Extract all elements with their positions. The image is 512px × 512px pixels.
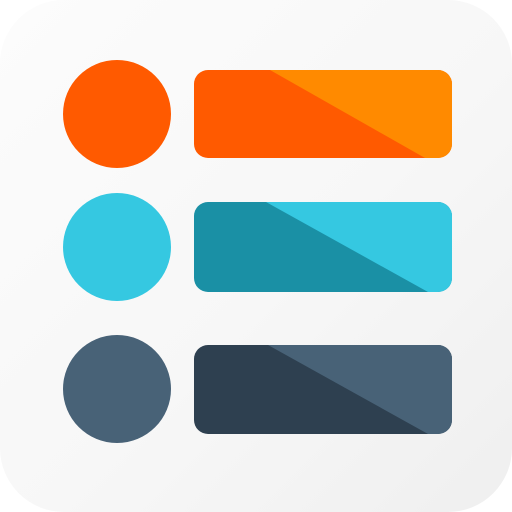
row-3-dot — [63, 335, 171, 443]
row-2-dot — [63, 193, 171, 301]
app-icon-tile — [0, 0, 512, 512]
row-1-bar — [194, 70, 452, 158]
checklist-icon — [63, 60, 452, 443]
row-2-bar — [194, 202, 452, 292]
row-1-dot — [63, 60, 171, 168]
row-3-bar — [194, 345, 452, 434]
